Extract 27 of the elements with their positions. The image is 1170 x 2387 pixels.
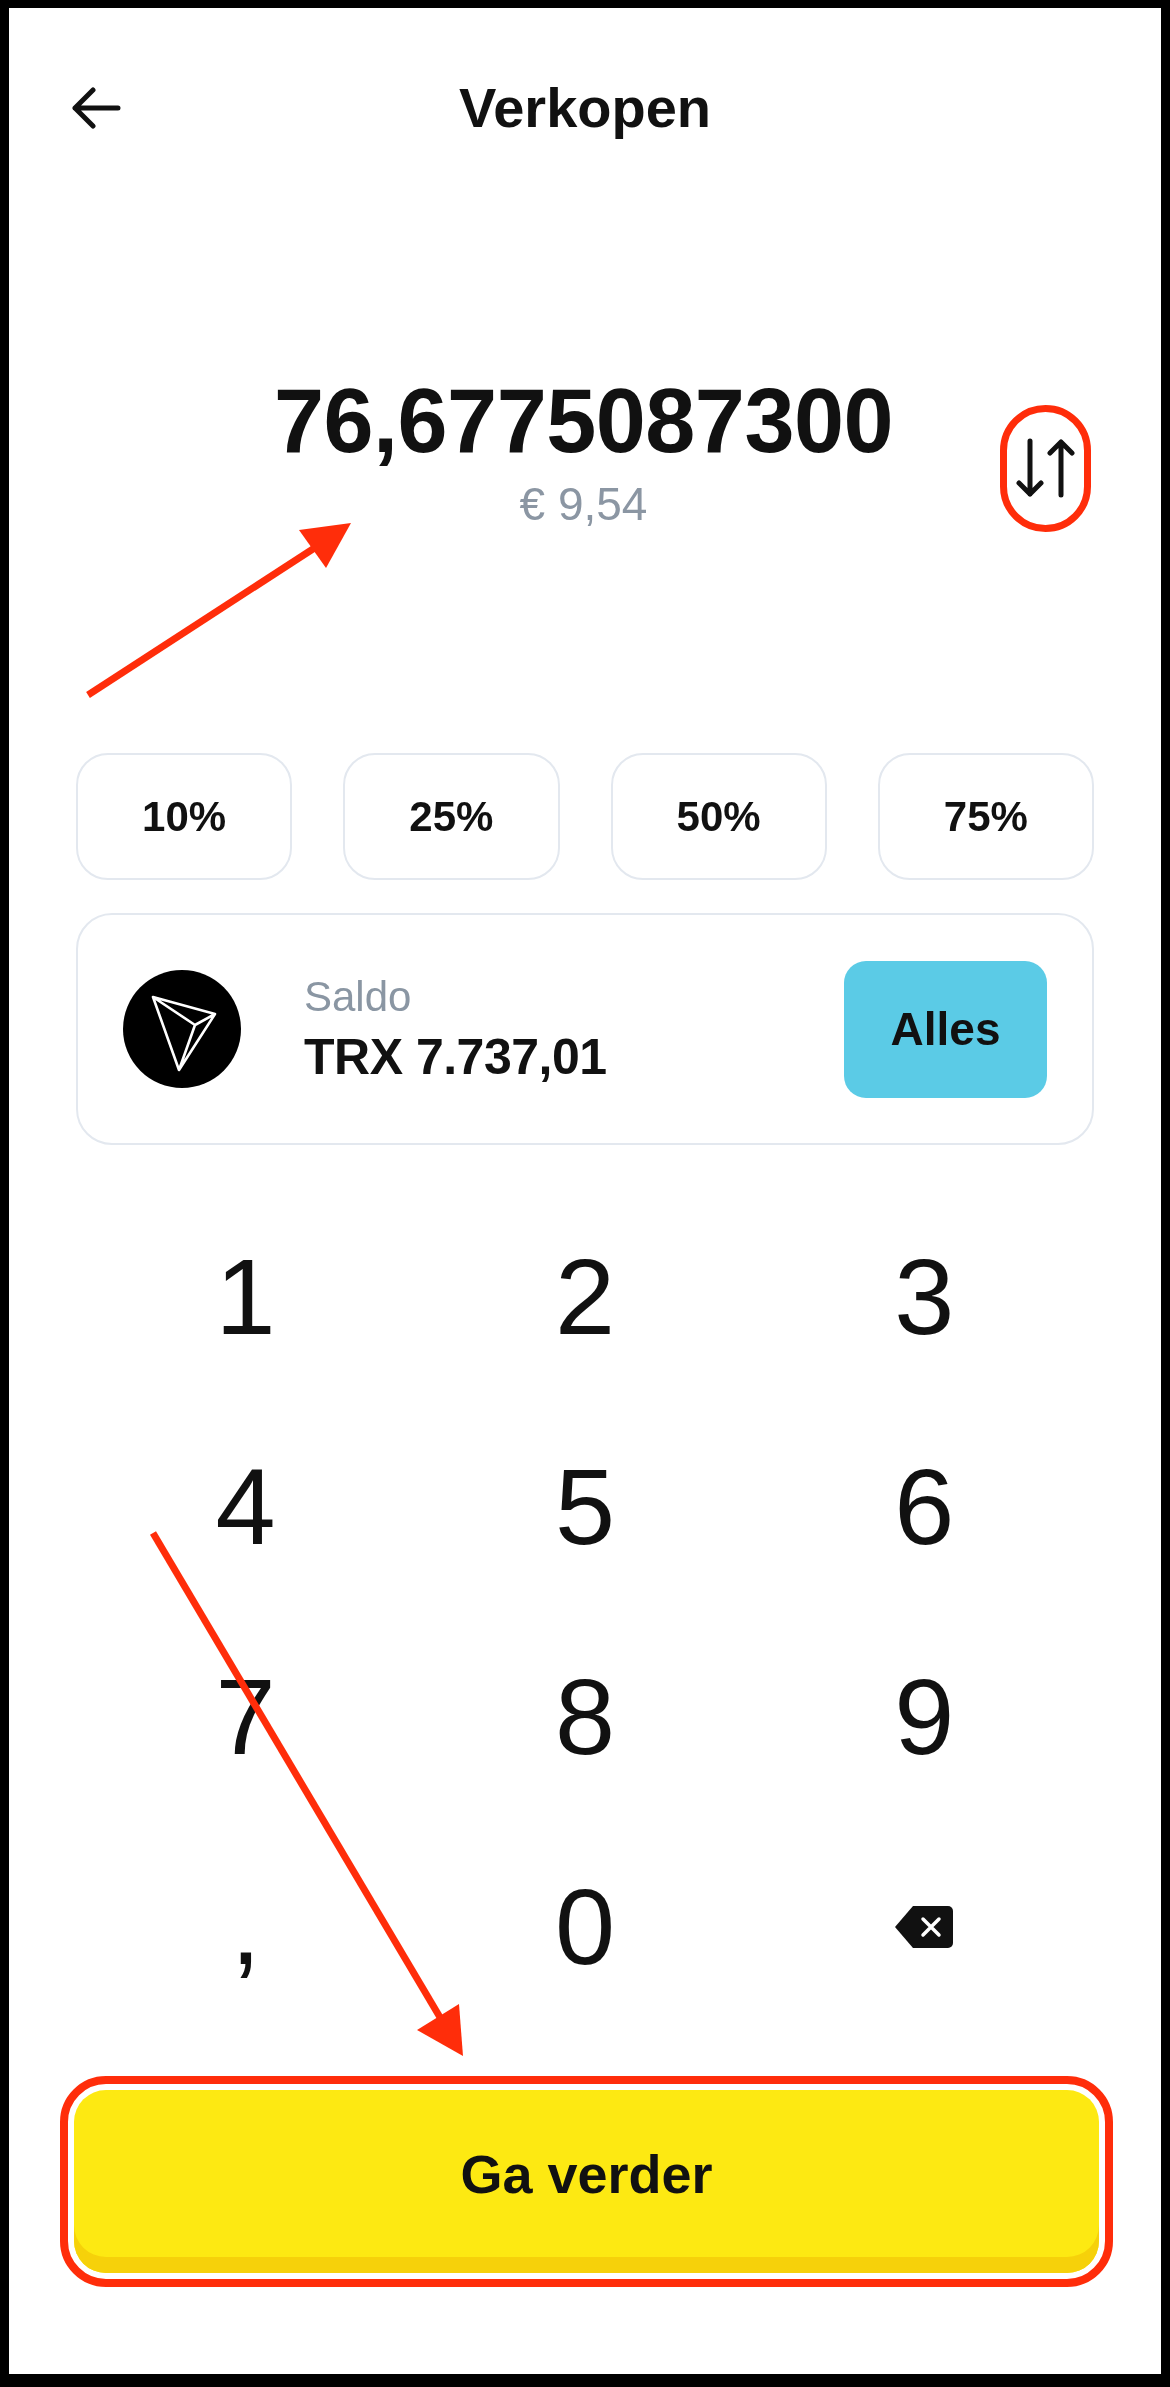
coin-logo-icon [123,970,241,1088]
keypad-key[interactable]: 9 [869,1657,980,1777]
swap-arrows-icon [1014,438,1077,498]
keypad-key[interactable]: 3 [869,1237,980,1357]
percent-button[interactable]: 50% [610,753,827,880]
percent-button[interactable]: 10% [76,753,293,880]
fiat-value: € 9,54 [519,481,648,527]
keypad-key[interactable]: 4 [190,1447,301,1567]
keypad-key[interactable]: 0 [530,1867,640,1987]
back-arrow-icon [71,87,121,129]
keypad-key[interactable]: 5 [530,1447,640,1567]
swap-button[interactable] [1014,438,1077,498]
backspace-icon [894,1904,955,1950]
page-title: Verkopen [458,75,712,141]
continue-button[interactable]: Ga verder [74,2090,1099,2273]
balance-value: TRX 7.737,01 [304,1029,607,1085]
percent-button[interactable]: 75% [877,753,1094,880]
keypad-key[interactable]: 1 [190,1237,301,1357]
percent-button[interactable]: 25% [343,753,560,880]
amount-value: 76,6775087300 [273,376,894,466]
keypad-key[interactable]: 6 [869,1447,980,1567]
balance-label: Saldo [304,973,412,1021]
back-button[interactable] [71,87,121,129]
keypad-key[interactable]: 2 [530,1237,640,1357]
keypad-key[interactable]: 8 [530,1657,640,1777]
max-button[interactable]: Alles [844,960,1047,1098]
keypad-key[interactable]: , [190,1867,301,1987]
